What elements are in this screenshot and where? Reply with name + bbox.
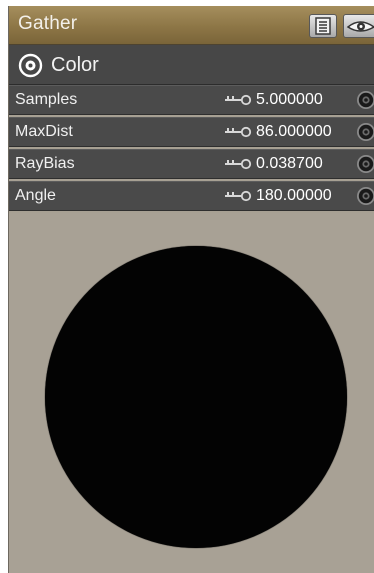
- eye-icon: [346, 21, 374, 32]
- preview-sphere: [45, 246, 347, 548]
- visibility-button[interactable]: [343, 14, 374, 38]
- param-row-angle[interactable]: Angle 180.00000: [9, 181, 374, 211]
- param-value-field[interactable]: 180.00000: [256, 187, 332, 205]
- gather-panel: Gather Color Samples 5.000000 MaxDist 86…: [8, 6, 374, 573]
- key-icon: [225, 190, 252, 202]
- param-value-field[interactable]: 0.038700: [256, 155, 323, 173]
- panel-title: Gather: [18, 13, 78, 34]
- param-value-field[interactable]: 5.000000: [256, 91, 323, 109]
- material-preview-area: [9, 213, 374, 573]
- param-value-field[interactable]: 86.000000: [256, 123, 332, 141]
- param-label: MaxDist: [15, 123, 73, 140]
- param-row-maxdist[interactable]: MaxDist 86.000000: [9, 117, 374, 147]
- param-label: RayBias: [15, 155, 75, 172]
- param-row-samples[interactable]: Samples 5.000000: [9, 85, 374, 115]
- connect-node-icon[interactable]: [356, 90, 374, 110]
- list-menu-icon: [315, 17, 331, 35]
- connect-node-icon[interactable]: [356, 122, 374, 142]
- param-label: Samples: [15, 91, 78, 108]
- key-icon: [225, 94, 252, 106]
- section-label: Color: [51, 54, 99, 76]
- param-label: Angle: [15, 187, 56, 204]
- connect-node-icon[interactable]: [356, 154, 374, 174]
- menu-button[interactable]: [309, 14, 337, 38]
- param-row-raybias[interactable]: RayBias 0.038700: [9, 149, 374, 179]
- target-circle-icon: [18, 53, 43, 78]
- key-icon: [225, 158, 252, 170]
- panel-title-bar[interactable]: Gather: [9, 6, 374, 45]
- color-section-header[interactable]: Color: [9, 45, 374, 85]
- connect-node-icon[interactable]: [356, 186, 374, 206]
- key-icon: [225, 126, 252, 138]
